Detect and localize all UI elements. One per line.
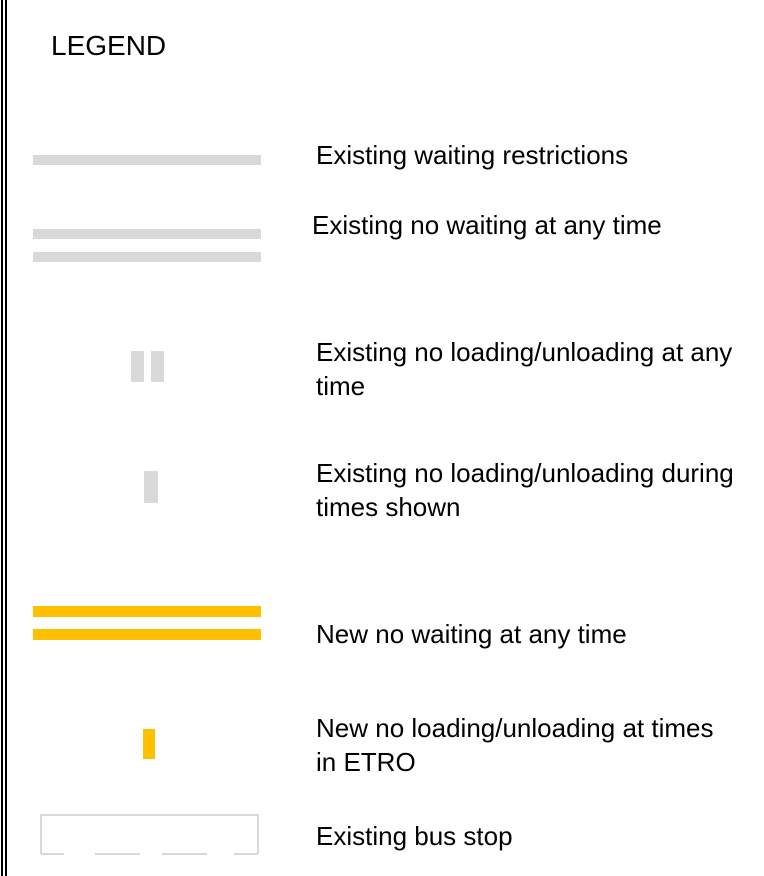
legend-label-existing-no-loading-times-shown: Existing no loading/unloading during tim… <box>316 458 734 522</box>
legend-label-existing-waiting-restrictions: Existing waiting restrictions <box>316 140 629 170</box>
legend-title: LEGEND <box>51 30 167 61</box>
new-no-loading-mark <box>143 729 155 759</box>
legend-label-new-no-loading-etro: New no loading/unloading at times in ETR… <box>316 713 714 777</box>
bus-stop-icon <box>40 814 259 855</box>
legend-label-existing-bus-stop: Existing bus stop <box>316 821 513 851</box>
existing-no-loading-mark-right <box>151 351 164 382</box>
existing-waiting-restriction-symbol <box>33 155 261 165</box>
existing-no-waiting-line-top <box>33 229 261 239</box>
new-no-waiting-line-bottom <box>33 629 261 640</box>
existing-no-waiting-line-bottom <box>33 252 261 262</box>
page-border <box>0 0 8 876</box>
existing-no-loading-mark-left <box>131 351 144 382</box>
legend-label-new-no-waiting: New no waiting at any time <box>316 619 627 649</box>
legend-label-existing-no-loading-any-time: Existing no loading/unloading at any tim… <box>316 337 733 401</box>
new-no-waiting-line-top <box>33 606 261 617</box>
legend-label-existing-no-waiting: Existing no waiting at any time <box>312 210 662 240</box>
existing-no-loading-times-mark <box>144 471 158 503</box>
